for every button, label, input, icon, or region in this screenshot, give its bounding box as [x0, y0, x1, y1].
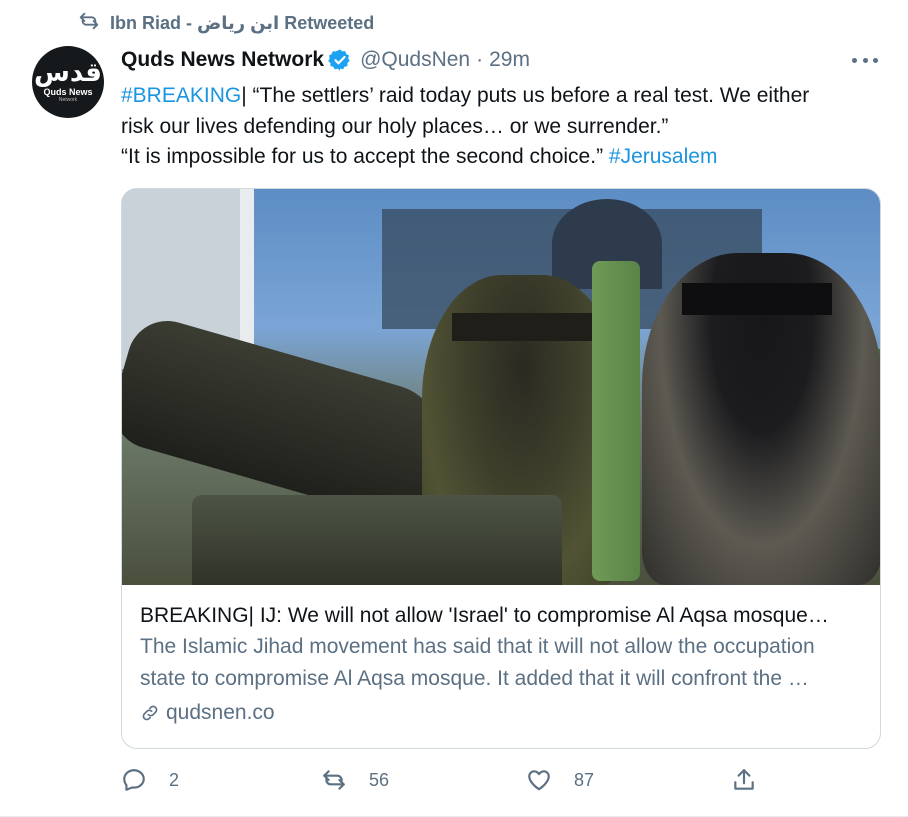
- avatar-logo-text: قدس: [34, 58, 102, 88]
- share-button[interactable]: [731, 767, 757, 793]
- tweet-actions: 2 56 87: [121, 767, 761, 801]
- retweet-banner-icon: [78, 10, 100, 37]
- retweet-banner-text: Ibn Riad - ابن رياض Retweeted: [110, 13, 375, 33]
- tweet-text-segment: risk our lives defending our holy places…: [121, 114, 669, 138]
- card-description-line: The Islamic Jihad movement has said that…: [140, 635, 815, 658]
- link-card[interactable]: BREAKING| IJ: We will not allow 'Israel'…: [121, 188, 881, 749]
- share-icon: [734, 769, 754, 790]
- card-description: The Islamic Jihad movement has said that…: [140, 631, 862, 695]
- card-domain-text: qudsnen.co: [166, 701, 275, 724]
- retweet-count: 56: [369, 769, 390, 790]
- reply-count: 2: [169, 769, 180, 790]
- card-description-line: state to compromise Al Aqsa mosque. It a…: [140, 667, 809, 690]
- author-name[interactable]: Quds News Network: [121, 48, 324, 72]
- avatar-logo-sub: Network: [58, 97, 78, 103]
- avatar-logo-name: Quds News: [43, 87, 93, 97]
- header-separator: ·: [476, 48, 484, 71]
- reply-button[interactable]: 2: [121, 767, 179, 793]
- author-handle[interactable]: @QudsNen: [360, 48, 470, 72]
- like-button[interactable]: 87: [526, 767, 594, 793]
- tweet-text-segment: | “The settlers’ raid today puts us befo…: [241, 84, 810, 107]
- card-image: [122, 189, 880, 585]
- tweet-text-line: #BREAKING| “The settlers’ raid today put…: [121, 81, 861, 112]
- card-domain: qudsnen.co: [140, 701, 862, 725]
- card-body: BREAKING| IJ: We will not allow 'Israel'…: [122, 585, 880, 725]
- more-options-icon[interactable]: [852, 50, 878, 70]
- like-icon: [528, 770, 550, 791]
- reply-icon: [123, 769, 145, 791]
- hashtag-jerusalem[interactable]: #Jerusalem: [609, 145, 718, 168]
- card-title: BREAKING| IJ: We will not allow 'Israel'…: [140, 604, 829, 627]
- tweet-text-line: risk our lives defending our holy places…: [121, 112, 861, 143]
- retweet-banner[interactable]: Ibn Riad - ابن رياض Retweeted: [78, 10, 374, 37]
- avatar[interactable]: قدس Quds News Network: [32, 46, 104, 118]
- tweet[interactable]: Ibn Riad - ابن رياض Retweeted قدس Quds N…: [0, 0, 908, 817]
- like-count: 87: [574, 769, 595, 790]
- retweet-icon: [323, 770, 345, 790]
- hashtag-breaking[interactable]: #BREAKING: [121, 84, 241, 107]
- retweet-button[interactable]: 56: [321, 767, 389, 793]
- link-icon: [142, 705, 158, 721]
- tweet-header: Quds News Network @QudsNen · 29m: [121, 48, 530, 72]
- tweet-timestamp[interactable]: 29m: [489, 48, 530, 72]
- tweet-text: #BREAKING| “The settlers’ raid today put…: [121, 81, 861, 173]
- verified-badge-icon: [328, 49, 350, 71]
- tweet-text-segment: “It is impossible for us to accept the s…: [121, 145, 609, 168]
- tweet-text-line: “It is impossible for us to accept the s…: [121, 142, 861, 173]
